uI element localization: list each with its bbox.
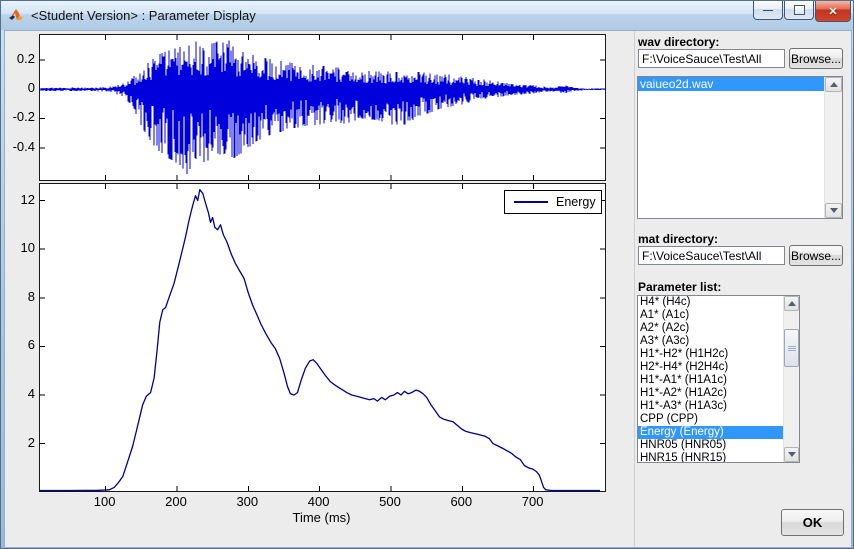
maximize-icon [794, 5, 805, 15]
waveform-plot [39, 34, 606, 181]
scroll-down-button[interactable] [784, 447, 799, 462]
time-axis-label: Time (ms) [39, 510, 604, 525]
wav-file-list[interactable]: vaiueo2d.wav [637, 76, 843, 219]
list-item[interactable]: Energy (Energy) [638, 426, 784, 439]
list-item[interactable]: H1*-H2* (H1H2c) [638, 348, 784, 361]
tick-label: 600 [441, 494, 481, 509]
list-item[interactable]: H1*-A3* (H1A3c) [638, 400, 784, 413]
wav-directory-label: wav directory: [638, 35, 719, 49]
list-item[interactable]: H1*-A1* (H1A1c) [638, 374, 784, 387]
tick-label: -0.2 [5, 109, 35, 124]
tick-label: 0.2 [5, 51, 35, 66]
list-item[interactable]: A3* (A3c) [638, 335, 784, 348]
scroll-up-button[interactable] [784, 296, 799, 311]
energy-x-tick-labels: 100 200 300 400 500 600 700 [39, 492, 604, 508]
parameter-list-scrollbar[interactable] [783, 296, 799, 462]
legend-line-sample [514, 201, 548, 203]
list-item[interactable]: A2* (A2c) [638, 322, 784, 335]
tick-label: 8 [5, 289, 35, 304]
list-item[interactable]: HNR05 (HNR05) [638, 439, 784, 452]
arrow-down-icon [830, 208, 838, 213]
thumb-grip-icon [788, 348, 796, 349]
tick-label: 10 [5, 240, 35, 255]
parameter-list-label: Parameter list: [638, 280, 721, 294]
tick-label: 4 [5, 386, 35, 401]
waveform-trace [40, 40, 605, 174]
list-item[interactable]: HNR15 (HNR15) [638, 452, 784, 462]
tick-label: 0 [5, 80, 35, 95]
maximize-button[interactable] [784, 1, 814, 20]
wav-directory-input[interactable] [638, 49, 785, 68]
tick-label: 12 [5, 192, 35, 207]
tick-label: 6 [5, 337, 35, 352]
wav-browse-label: Browse... [791, 52, 841, 66]
tick-label: 200 [156, 494, 196, 509]
client-area: 0.2 0 -0.2 -0.4 Energy 2 4 6 8 10 12 100 200 300 40… [4, 30, 852, 548]
legend: Energy [504, 190, 602, 214]
list-item[interactable]: H1*-A2* (H1A2c) [638, 387, 784, 400]
close-icon: ✕ [828, 5, 837, 18]
minimize-icon: — [763, 5, 773, 16]
tick-label: 500 [370, 494, 410, 509]
mat-browse-label: Browse... [791, 249, 841, 263]
tick-label: -0.4 [5, 139, 35, 154]
arrow-down-icon [788, 452, 796, 457]
matlab-icon [8, 7, 24, 23]
list-item[interactable]: vaiueo2d.wav [638, 77, 825, 91]
parameter-list[interactable]: H4* (H4c)A1* (A1c)A2* (A2c)A3* (A3c)H1*-… [637, 295, 800, 463]
list-item[interactable]: A1* (A1c) [638, 309, 784, 322]
close-button[interactable]: ✕ [815, 1, 851, 22]
scrollbar-thumb[interactable] [784, 329, 799, 367]
ok-label: OK [803, 515, 823, 530]
scroll-up-button[interactable] [825, 77, 842, 92]
energy-axis-ticks [40, 184, 605, 491]
wav-browse-button[interactable]: Browse... [789, 48, 843, 69]
tick-label: 300 [227, 494, 267, 509]
energy-trace [40, 190, 600, 491]
ok-button[interactable]: OK [781, 509, 844, 536]
wav-list-scrollbar[interactable] [824, 77, 842, 218]
energy-plot: Energy [39, 183, 606, 492]
tick-label: 700 [513, 494, 553, 509]
arrow-up-icon [830, 82, 838, 87]
mat-directory-input[interactable] [638, 246, 785, 265]
panel-separator [634, 31, 635, 547]
minimize-button[interactable]: — [753, 1, 783, 20]
parameter-display-window: <Student Version> : Parameter Display — … [0, 0, 854, 549]
arrow-up-icon [788, 301, 796, 306]
mat-directory-label: mat directory: [638, 232, 718, 246]
list-item[interactable]: CPP (CPP) [638, 413, 784, 426]
legend-label: Energy [556, 195, 596, 209]
title-bar[interactable]: <Student Version> : Parameter Display — … [1, 1, 853, 30]
tick-label: 400 [299, 494, 339, 509]
window-title: <Student Version> : Parameter Display [31, 8, 256, 23]
tick-label: 100 [85, 494, 125, 509]
list-item[interactable]: H2*-H4* (H2H4c) [638, 361, 784, 374]
tick-label: 2 [5, 435, 35, 450]
list-item[interactable]: H4* (H4c) [638, 296, 784, 309]
scroll-down-button[interactable] [825, 203, 842, 218]
mat-browse-button[interactable]: Browse... [789, 245, 843, 266]
